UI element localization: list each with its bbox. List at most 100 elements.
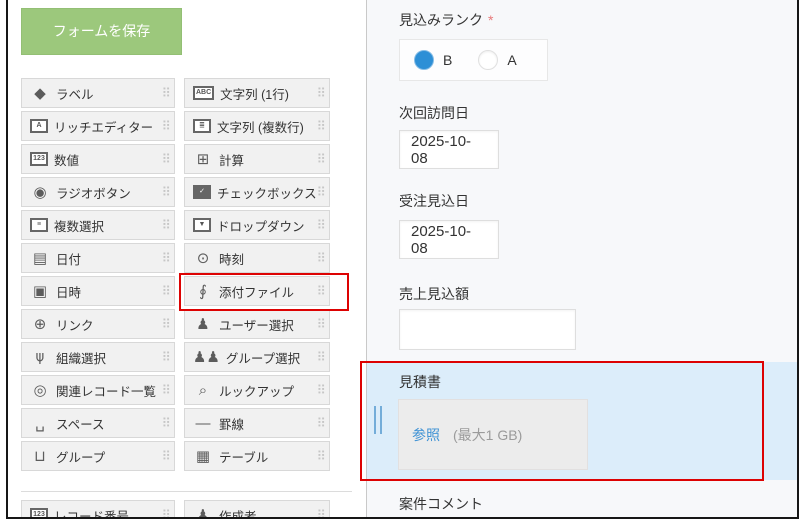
palette-item-group[interactable]: ⊔ グループ ⠿	[21, 441, 175, 471]
drag-dots-icon[interactable]: ⠿	[316, 318, 326, 331]
palette-item-label: 数値	[54, 153, 80, 168]
palette-item-checkbox[interactable]: ✓ チェックボックス ⠿	[184, 177, 330, 207]
attachment-upload-box: 参照 (最大1 GB)	[398, 399, 588, 470]
drag-dots-icon[interactable]: ⠿	[316, 285, 326, 298]
palette-item-rich-editor[interactable]: A リッチエディター ⠿	[21, 111, 175, 141]
drag-dots-icon[interactable]: ⠿	[161, 318, 171, 331]
drag-dots-icon[interactable]: ⠿	[316, 384, 326, 397]
palette-item-label: チェックボックス	[217, 186, 317, 201]
palette-item-text-multi[interactable]: ≣ 文字列 (複数行) ⠿	[184, 111, 330, 141]
palette-item-label: ラジオボタン	[56, 186, 131, 201]
palette-item-record-number[interactable]: 123 レコード番号 ⠿	[21, 500, 175, 519]
drag-dots-icon[interactable]: ⠿	[316, 120, 326, 133]
required-mark: *	[488, 12, 494, 28]
drag-dots-icon[interactable]: ⠿	[316, 450, 326, 463]
datetime-icon: ▣	[32, 282, 48, 300]
drag-handle-icon[interactable]	[374, 406, 386, 434]
palette-item-hr-line[interactable]: — 罫線 ⠿	[184, 408, 330, 438]
palette-item-label: リンク	[56, 318, 94, 333]
palette-item-label: 文字列 (1行)	[220, 87, 289, 102]
drag-dots-icon[interactable]: ⠿	[316, 219, 326, 232]
drag-dots-icon[interactable]: ⠿	[316, 87, 326, 100]
palette-item-label: 組織選択	[56, 351, 107, 366]
drag-dots-icon[interactable]: ⠿	[161, 120, 171, 133]
palette-item-label: ルックアップ	[219, 384, 295, 399]
max-size-note: (最大1 GB)	[453, 426, 523, 443]
palette-divider	[21, 491, 352, 492]
palette-item-number[interactable]: 123 数値 ⠿	[21, 144, 175, 174]
textarea-icon: ≣	[193, 119, 211, 133]
palette-item-user-select[interactable]: ♟ ユーザー選択 ⠿	[184, 309, 330, 339]
date-icon: ▤	[32, 249, 48, 267]
users-icon: ♟♟	[193, 348, 220, 366]
save-form-button[interactable]: フォームを保存	[21, 8, 182, 55]
palette-item-related-records[interactable]: ◎ 関連レコード一覧 ⠿	[21, 375, 175, 405]
next-visit-date-input[interactable]: 2025-10-08	[399, 130, 499, 169]
palette-item-dropdown[interactable]: ▼ ドロップダウン ⠿	[184, 210, 330, 240]
palette-item-label: スペース	[56, 417, 105, 432]
link-icon: ⊕	[33, 315, 47, 333]
palette-item-multi-select[interactable]: ≡ 複数選択 ⠿	[21, 210, 175, 240]
rank-option-label: B	[443, 52, 453, 68]
drag-dots-icon[interactable]: ⠿	[161, 87, 171, 100]
palette-item-date[interactable]: ▤ 日付 ⠿	[21, 243, 175, 273]
tag-icon: ◆	[34, 84, 46, 102]
palette-column-2: ABC 文字列 (1行) ⠿ ≣ 文字列 (複数行) ⠿ ⊞ 計算 ⠿ ✓ チェックボックス ⠿ ▼ ドロ…	[184, 78, 330, 519]
expected-sales-label: 売上見込額	[399, 286, 469, 302]
time-icon: ⊙	[196, 249, 210, 267]
palette-item-label: レコード番号	[54, 509, 130, 519]
space-icon: ␣	[35, 414, 45, 432]
palette-item-text-single[interactable]: ABC 文字列 (1行) ⠿	[184, 78, 330, 108]
drag-dots-icon[interactable]: ⠿	[161, 219, 171, 232]
palette-item-group-select[interactable]: ♟♟ グループ選択 ⠿	[184, 342, 330, 372]
user-icon: ♟	[196, 506, 210, 519]
palette-item-attachment[interactable]: ∮ 添付ファイル ⠿	[184, 276, 330, 306]
drag-dots-icon[interactable]: ⠿	[316, 153, 326, 166]
drag-dots-icon[interactable]: ⠿	[161, 186, 171, 199]
palette-item-label: 罫線	[219, 417, 245, 432]
drag-dots-icon[interactable]: ⠿	[161, 153, 171, 166]
quote-attachment-field[interactable]: 見積書 参照 (最大1 GB)	[367, 362, 797, 480]
radio-selected-icon[interactable]	[414, 50, 434, 70]
browse-button[interactable]: 参照	[412, 425, 440, 445]
drag-dots-icon[interactable]: ⠿	[161, 417, 171, 430]
drag-dots-icon[interactable]: ⠿	[161, 509, 171, 518]
palette-item-label[interactable]: ◆ ラベル ⠿	[21, 78, 175, 108]
palette-item-label: グループ	[56, 450, 106, 465]
palette-item-creator[interactable]: ♟ 作成者 ⠿	[184, 500, 330, 519]
palette-item-label: リッチエディター	[54, 120, 154, 135]
expected-order-date-input[interactable]: 2025-10-08	[399, 220, 499, 259]
palette-item-org-select[interactable]: ⋔ 組織選択 ⠿	[21, 342, 175, 372]
palette-item-datetime[interactable]: ▣ 日時 ⠿	[21, 276, 175, 306]
rank-field-label: 見込みランク *	[399, 12, 494, 28]
drag-dots-icon[interactable]: ⠿	[316, 417, 326, 430]
palette-item-lookup[interactable]: ⌕ ルックアップ ⠿	[184, 375, 330, 405]
related-records-icon: ◎	[33, 381, 47, 399]
drag-dots-icon[interactable]: ⠿	[316, 351, 326, 364]
expected-order-date-label: 受注見込日	[399, 193, 469, 209]
comment-field-label: 案件コメント	[399, 496, 483, 512]
palette-item-table[interactable]: ▦ テーブル ⠿	[184, 441, 330, 471]
palette-item-radio-button[interactable]: ◉ ラジオボタン ⠿	[21, 177, 175, 207]
palette-item-space[interactable]: ␣ スペース ⠿	[21, 408, 175, 438]
rank-option-B[interactable]: B	[414, 50, 452, 70]
palette-item-label: 関連レコード一覧	[56, 384, 157, 399]
palette-item-time[interactable]: ⊙ 時刻 ⠿	[184, 243, 330, 273]
drag-dots-icon[interactable]: ⠿	[316, 509, 326, 518]
palette-item-link[interactable]: ⊕ リンク ⠿	[21, 309, 175, 339]
drag-dots-icon[interactable]: ⠿	[161, 450, 171, 463]
drag-dots-icon[interactable]: ⠿	[161, 384, 171, 397]
palette-item-label: 時刻	[219, 252, 245, 267]
drag-dots-icon[interactable]: ⠿	[161, 285, 171, 298]
palette-item-label: テーブル	[219, 450, 269, 465]
drag-dots-icon[interactable]: ⠿	[161, 351, 171, 364]
radio-unselected-icon[interactable]	[478, 50, 499, 70]
rank-option-A[interactable]: A	[478, 50, 517, 70]
palette-item-calc[interactable]: ⊞ 計算 ⠿	[184, 144, 330, 174]
user-icon: ♟	[196, 315, 210, 333]
checkbox-icon: ✓	[193, 185, 211, 199]
drag-dots-icon[interactable]: ⠿	[161, 252, 171, 265]
drag-dots-icon[interactable]: ⠿	[316, 252, 326, 265]
expected-sales-input[interactable]	[399, 309, 576, 350]
drag-dots-icon[interactable]: ⠿	[316, 186, 326, 199]
